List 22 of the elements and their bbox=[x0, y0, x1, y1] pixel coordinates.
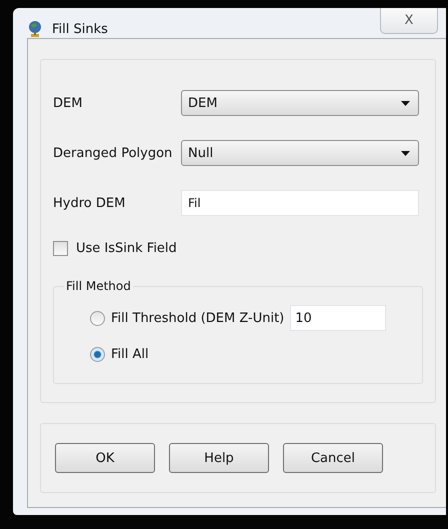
radio-label: Fill All bbox=[111, 346, 149, 362]
dropdown[interactable]: DEM bbox=[181, 90, 419, 116]
caret-icon bbox=[401, 150, 410, 156]
dropdown[interactable]: Null bbox=[181, 140, 419, 166]
checkbox[interactable] bbox=[53, 240, 68, 256]
close-button[interactable]: X bbox=[380, 8, 438, 34]
group-title: Fill Method bbox=[64, 279, 133, 293]
radio-label: Fill Threshold (DEM Z-Unit) bbox=[111, 310, 284, 326]
field-label: Hydro DEM bbox=[53, 196, 126, 210]
globe-icon bbox=[27, 20, 43, 38]
window-title: Fill Sinks bbox=[52, 22, 108, 37]
field-label: DEM bbox=[53, 96, 84, 110]
radio-button[interactable] bbox=[90, 310, 105, 326]
dialog-button[interactable]: OK bbox=[55, 443, 155, 473]
dialog-button[interactable]: Help bbox=[169, 443, 269, 473]
checkbox-label: Use IsSink Field bbox=[76, 240, 177, 256]
input-field[interactable]: Fil bbox=[181, 190, 419, 216]
field-label: Deranged Polygon bbox=[53, 146, 174, 160]
caret-icon bbox=[401, 100, 410, 106]
radio-button[interactable] bbox=[90, 346, 105, 362]
input-field[interactable]: 10 bbox=[290, 305, 386, 331]
dialog-button[interactable]: Cancel bbox=[283, 443, 383, 473]
